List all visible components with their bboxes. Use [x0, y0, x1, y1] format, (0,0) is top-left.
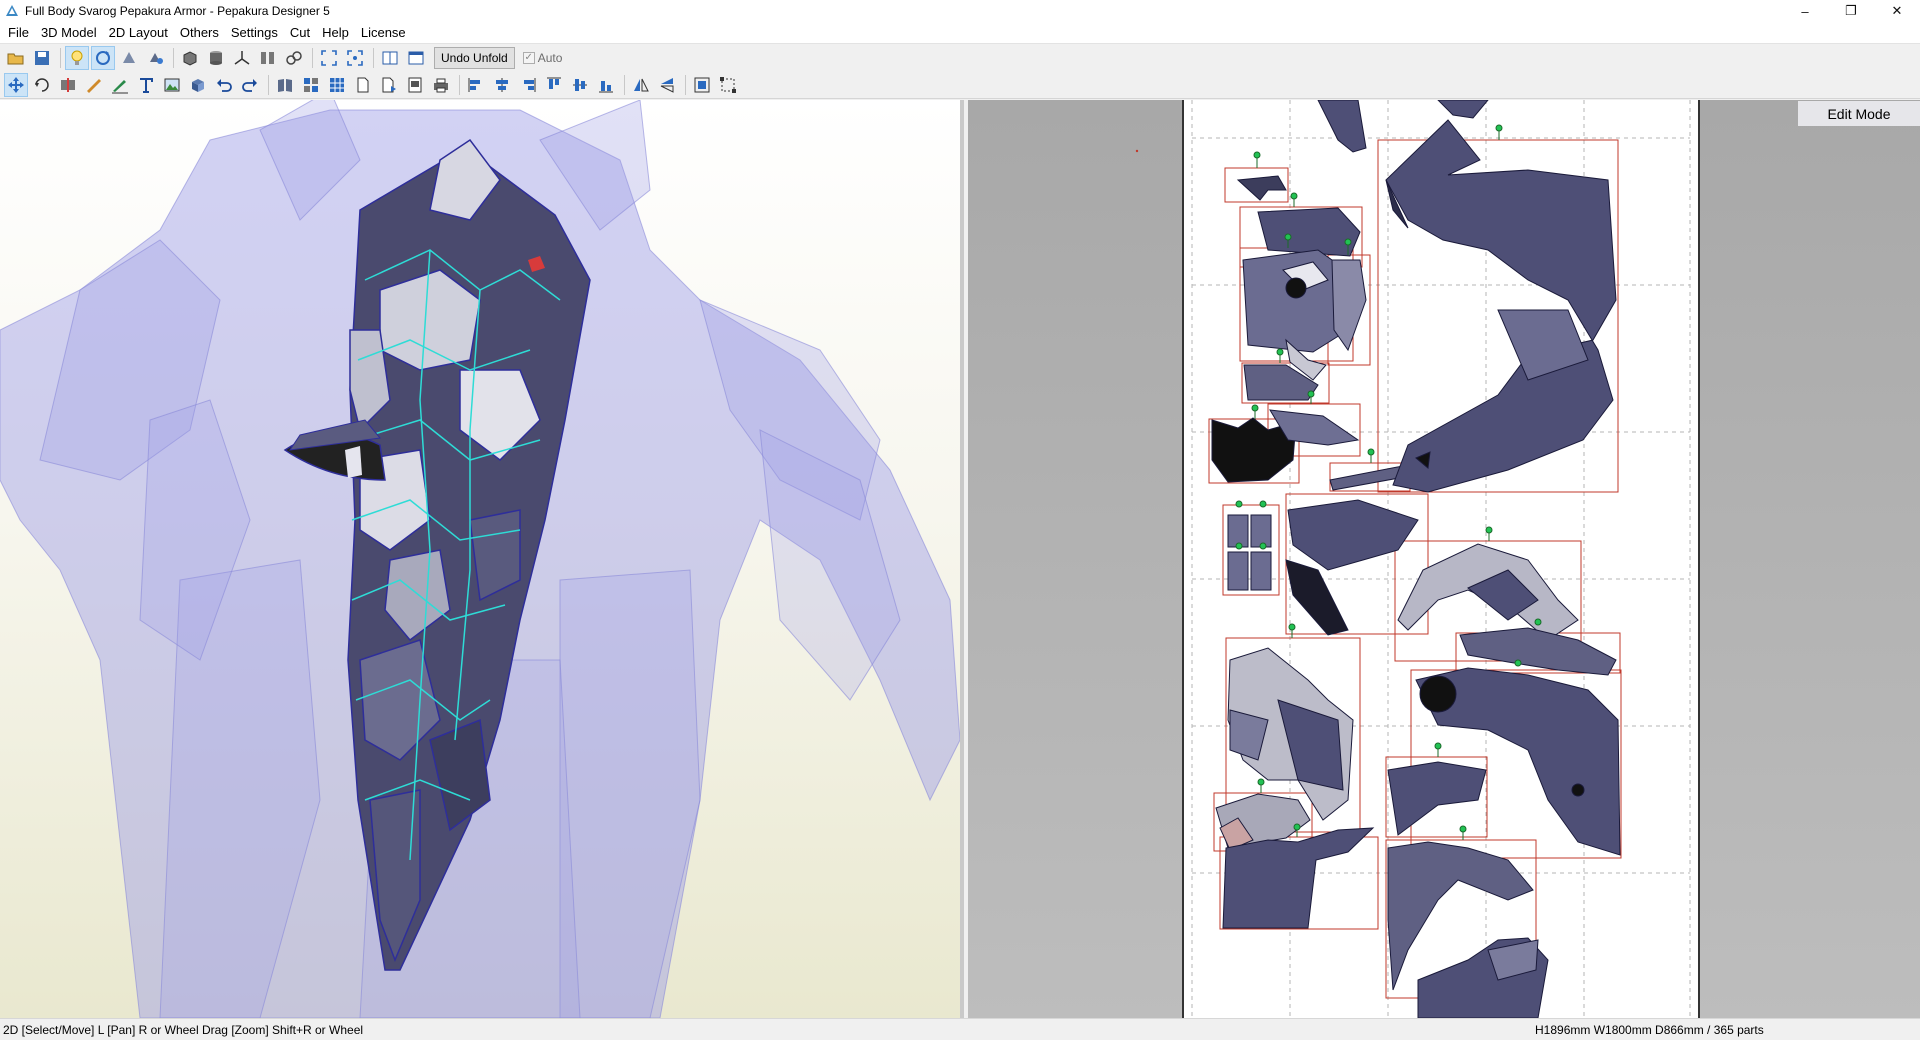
menu-file[interactable]: File	[2, 25, 35, 40]
align-left-icon[interactable]	[464, 73, 488, 97]
edit-mode-badge[interactable]: Edit Mode	[1798, 101, 1920, 126]
image-icon[interactable]	[160, 73, 184, 97]
model-dimensions: H1896mm W1800mm D866mm / 365 parts	[1535, 1022, 1764, 1037]
rotate-model-icon[interactable]	[117, 46, 141, 70]
fold-line-icon[interactable]	[108, 73, 132, 97]
box-icon[interactable]	[178, 46, 202, 70]
undo-unfold-button[interactable]: Undo Unfold	[434, 46, 515, 69]
text-icon[interactable]	[134, 73, 158, 97]
fit-page-icon[interactable]	[690, 73, 714, 97]
align-right-icon[interactable]	[516, 73, 540, 97]
toolbar-separator	[60, 47, 61, 68]
toolbar-separator	[373, 47, 374, 68]
menu-others[interactable]: Others	[174, 25, 225, 40]
pan-model-icon[interactable]	[143, 46, 167, 70]
split-icon[interactable]	[256, 46, 280, 70]
link-icon[interactable]	[282, 46, 306, 70]
2d-layout-panel[interactable]: Edit Mode	[968, 100, 1920, 1018]
grid-icon[interactable]	[325, 73, 349, 97]
select-move-icon[interactable]	[4, 72, 28, 97]
2d-layout-canvas[interactable]	[968, 100, 1920, 1018]
arrange-icon[interactable]	[299, 73, 323, 97]
lightbulb-icon[interactable]	[65, 45, 89, 70]
restore-button[interactable]: ❐	[1828, 0, 1874, 22]
book-icon[interactable]	[273, 73, 297, 97]
window-controls: – ❐ ✕	[1782, 0, 1920, 22]
auto-checkbox-box[interactable]: ✓	[522, 51, 535, 64]
print-icon[interactable]	[429, 73, 453, 97]
undo-icon[interactable]	[212, 73, 236, 97]
menu-2d-layout[interactable]: 2D Layout	[103, 25, 174, 40]
toolbar-separator	[268, 74, 269, 95]
toolbar-separator	[173, 47, 174, 68]
close-button[interactable]: ✕	[1874, 0, 1920, 22]
fit-3d-icon[interactable]	[317, 46, 341, 70]
align-center-icon[interactable]	[490, 73, 514, 97]
status-hint: 2D [Select/Move] L [Pan] R or Wheel Drag…	[3, 1022, 364, 1037]
cylinder-icon[interactable]	[204, 46, 228, 70]
menu-help[interactable]: Help	[316, 25, 355, 40]
flip-h-icon[interactable]	[629, 73, 653, 97]
align-bottom-icon[interactable]	[594, 73, 618, 97]
page-icon[interactable]	[351, 73, 375, 97]
menu-3d-model[interactable]: 3D Model	[35, 25, 103, 40]
align-top-icon[interactable]	[542, 73, 566, 97]
dual-view-icon[interactable]	[378, 46, 402, 70]
axis-icon[interactable]	[230, 46, 254, 70]
toolbar-separator	[624, 74, 625, 95]
layout-toolbar	[0, 71, 1920, 99]
status-bar: 2D [Select/Move] L [Pan] R or Wheel Drag…	[0, 1018, 1920, 1040]
join-icon[interactable]	[56, 73, 80, 97]
page-next-icon[interactable]	[377, 73, 401, 97]
layout-origin-marker	[1135, 149, 1139, 153]
open-icon[interactable]	[4, 46, 28, 70]
save-icon[interactable]	[30, 46, 54, 70]
minimize-button[interactable]: –	[1782, 0, 1828, 22]
menu-settings[interactable]: Settings	[225, 25, 284, 40]
print-preview-icon[interactable]	[403, 73, 427, 97]
rotate-3d-icon[interactable]	[91, 45, 115, 70]
unfolded-parts[interactable]	[1211, 100, 1621, 1018]
toolbar-separator	[459, 74, 460, 95]
rotate-part-icon[interactable]	[30, 73, 54, 97]
flip-v-icon[interactable]	[655, 73, 679, 97]
fit-2d-icon[interactable]	[343, 46, 367, 70]
single-view-icon[interactable]	[404, 46, 428, 70]
main-toolbar: Undo Unfold ✓ Auto	[0, 43, 1920, 71]
redo-icon[interactable]	[238, 73, 262, 97]
3d-view-panel[interactable]	[0, 100, 964, 1018]
align-middle-icon[interactable]	[568, 73, 592, 97]
toolbar-separator	[312, 47, 313, 68]
snap-icon[interactable]	[716, 73, 740, 97]
menu-cut[interactable]: Cut	[284, 25, 316, 40]
3d-part-icon[interactable]	[186, 73, 210, 97]
menu-license[interactable]: License	[355, 25, 412, 40]
3d-model-canvas[interactable]	[0, 100, 964, 1018]
menu-bar: File 3D Model 2D Layout Others Settings …	[0, 22, 1920, 43]
title-bar: Full Body Svarog Pepakura Armor - Pepaku…	[0, 0, 1920, 22]
pepakura-app-icon	[6, 5, 18, 16]
toolbar-separator	[685, 74, 686, 95]
edit-line-icon[interactable]	[82, 73, 106, 97]
window-title: Full Body Svarog Pepakura Armor - Pepaku…	[25, 4, 330, 18]
auto-checkbox-label: Auto	[537, 50, 563, 65]
auto-checkbox[interactable]: ✓ Auto	[522, 50, 563, 65]
